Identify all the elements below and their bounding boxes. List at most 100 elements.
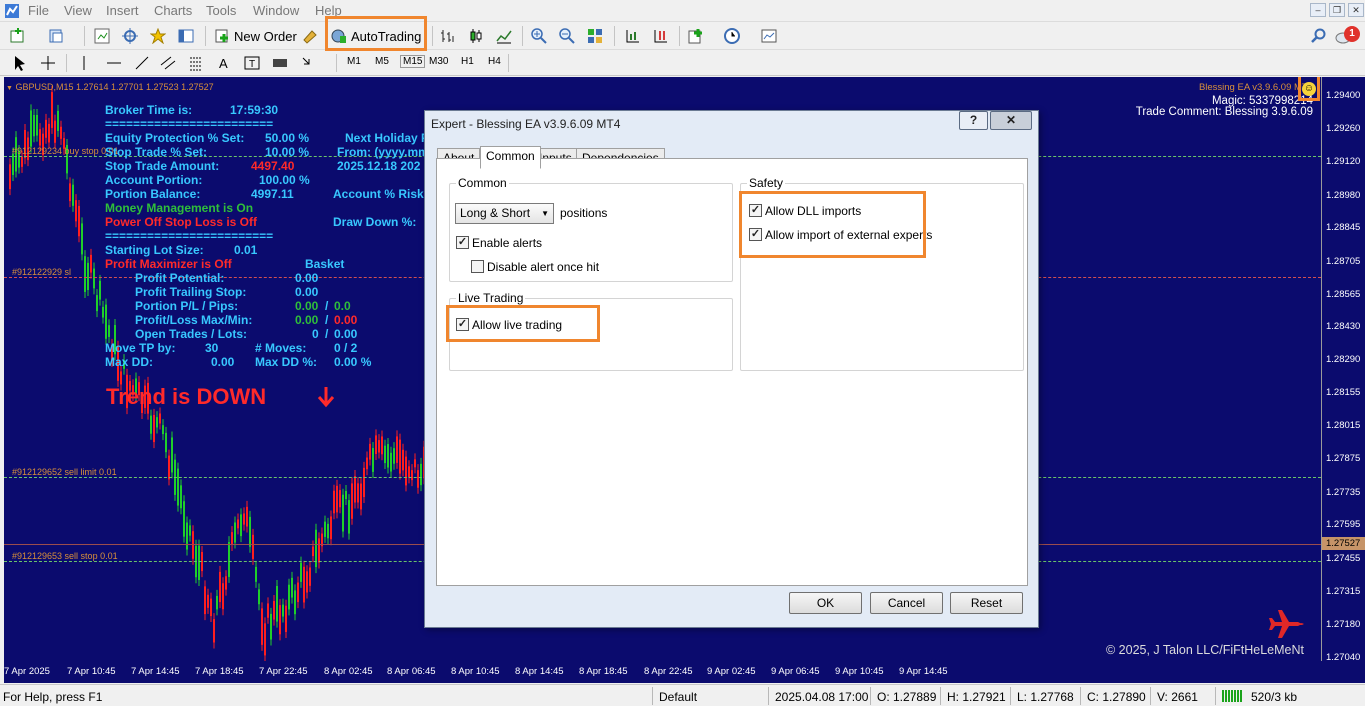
- rectangle-icon[interactable]: [272, 55, 288, 71]
- chart-symbol-info: ▼ GBPUSD,M15 1.27614 1.27701 1.27523 1.2…: [6, 82, 214, 92]
- timeframe-m15[interactable]: M15: [400, 55, 426, 68]
- candle-body: [345, 490, 347, 500]
- price-tick: 1.28015: [1326, 420, 1361, 431]
- new-order-icon: [215, 29, 228, 43]
- candlestick-icon[interactable]: [468, 28, 484, 44]
- vertical-line-icon[interactable]: [76, 55, 92, 71]
- zoom-out-icon[interactable]: [559, 28, 575, 44]
- candle-body: [81, 223, 83, 255]
- candle-body: [408, 466, 410, 478]
- minimize-button[interactable]: –: [1310, 3, 1326, 17]
- crosshair-nav-icon[interactable]: [122, 28, 138, 44]
- market-watch-icon[interactable]: [94, 28, 110, 44]
- positions-label: positions: [560, 206, 608, 220]
- status-separator: [1215, 687, 1216, 705]
- holiday-date: 2025.12.18 202: [337, 159, 421, 173]
- tile-windows-icon[interactable]: [587, 28, 603, 44]
- timeframe-m5[interactable]: M5: [375, 56, 389, 67]
- chart-shift-icon[interactable]: [624, 28, 640, 44]
- slash-1: /: [325, 299, 329, 313]
- timeframe-m30[interactable]: M30: [429, 56, 448, 67]
- candle-body: [267, 603, 269, 618]
- arrows-icon[interactable]: [300, 55, 316, 71]
- holiday-from-label: From: (yyyy.mm: [337, 145, 429, 159]
- trendline-icon[interactable]: [134, 55, 150, 71]
- money-management-status: Money Management is On: [105, 201, 254, 215]
- cursor-icon[interactable]: [12, 55, 28, 71]
- candle-body: [282, 604, 284, 617]
- drawdown-label: Draw Down %:: [333, 215, 417, 229]
- meta-editor-icon[interactable]: [302, 28, 318, 44]
- pl-max-value: 0.00: [295, 313, 319, 327]
- menu-view[interactable]: View: [64, 3, 92, 18]
- copyright-text: © 2025, J Talon LLC/FiFtHeLeMeNt: [1106, 643, 1304, 657]
- candle-body: [312, 546, 314, 557]
- zoom-in-icon[interactable]: [531, 28, 547, 44]
- candle-body: [357, 483, 359, 503]
- common-tab-panel: Common Long & Short ▼ positions ✓ Enable…: [436, 158, 1028, 586]
- new-chart-icon[interactable]: [10, 28, 26, 44]
- timeframe-h4[interactable]: H4: [488, 56, 501, 67]
- text-tool-icon[interactable]: A: [216, 55, 232, 71]
- ok-button[interactable]: OK: [789, 592, 862, 614]
- terminal-icon[interactable]: [178, 28, 194, 44]
- notifications-button[interactable]: 1: [1335, 26, 1361, 48]
- candle-body: [168, 455, 170, 480]
- indicators-icon[interactable]: [688, 28, 704, 44]
- favorites-star-icon[interactable]: [150, 28, 166, 44]
- candle-body: [36, 114, 38, 136]
- menu-window[interactable]: Window: [253, 3, 299, 18]
- horizontal-line-icon[interactable]: [106, 55, 122, 71]
- menu-tools[interactable]: Tools: [206, 3, 236, 18]
- max-dd-pct-value: 0.00 %: [334, 355, 372, 369]
- positions-select[interactable]: Long & Short ▼: [455, 203, 554, 224]
- candle-body: [159, 413, 161, 424]
- crosshair-icon[interactable]: [40, 55, 56, 71]
- templates-icon[interactable]: [761, 28, 777, 44]
- new-order-button[interactable]: New Order: [214, 25, 297, 47]
- menu-insert[interactable]: Insert: [106, 3, 139, 18]
- dialog-help-button[interactable]: ?: [959, 111, 988, 130]
- bar-chart-icon[interactable]: [440, 28, 456, 44]
- equidistant-channel-icon[interactable]: [160, 55, 176, 71]
- reset-button[interactable]: Reset: [950, 592, 1023, 614]
- equity-protection-label: Equity Protection % Set:: [105, 131, 245, 145]
- search-icon[interactable]: [1311, 28, 1327, 44]
- time-axis: 7 Apr 2025 7 Apr 10:45 7 Apr 14:45 7 Apr…: [4, 661, 1365, 683]
- price-tick: 1.28705: [1326, 256, 1361, 267]
- disable-alert-checkbox[interactable]: [471, 260, 484, 273]
- candle-body: [411, 470, 413, 481]
- dialog-title: Expert - Blessing EA v3.9.6.09 MT4: [431, 117, 621, 131]
- line-chart-icon[interactable]: [496, 28, 512, 44]
- profiles-icon[interactable]: [48, 28, 64, 44]
- timeframe-m1[interactable]: M1: [347, 56, 361, 67]
- tab-common[interactable]: Common: [480, 146, 541, 169]
- status-separator: [1010, 687, 1011, 705]
- enable-alerts-checkbox[interactable]: ✓: [456, 236, 469, 249]
- candle-body: [264, 623, 266, 656]
- time-tick: 8 Apr 22:45: [644, 666, 693, 677]
- menu-file[interactable]: File: [28, 3, 49, 18]
- menu-charts[interactable]: Charts: [154, 3, 192, 18]
- close-window-button[interactable]: ✕: [1348, 3, 1364, 17]
- toolbar-separator: [205, 26, 206, 46]
- candle-body: [366, 457, 368, 470]
- timeframe-h1[interactable]: H1: [461, 56, 474, 67]
- candle-body: [378, 440, 380, 453]
- autoscroll-icon[interactable]: [652, 28, 668, 44]
- candle-body: [270, 613, 272, 640]
- candle-body: [177, 468, 179, 506]
- periods-clock-icon[interactable]: [724, 28, 740, 44]
- fibonacci-icon[interactable]: [188, 55, 204, 71]
- dialog-close-button[interactable]: ✕: [990, 111, 1032, 130]
- cancel-button[interactable]: Cancel: [870, 592, 943, 614]
- text-label-icon[interactable]: T: [244, 55, 260, 71]
- candle-body: [228, 542, 230, 577]
- candle-body: [207, 594, 209, 608]
- restore-button[interactable]: ❐: [1329, 3, 1345, 17]
- status-bar: For Help, press F1 Default 2025.04.08 17…: [0, 684, 1365, 706]
- candle-body: [93, 268, 95, 289]
- time-tick: 7 Apr 2025: [4, 666, 50, 677]
- autotrading-highlight: [325, 16, 427, 51]
- basket-header: Basket: [305, 257, 345, 271]
